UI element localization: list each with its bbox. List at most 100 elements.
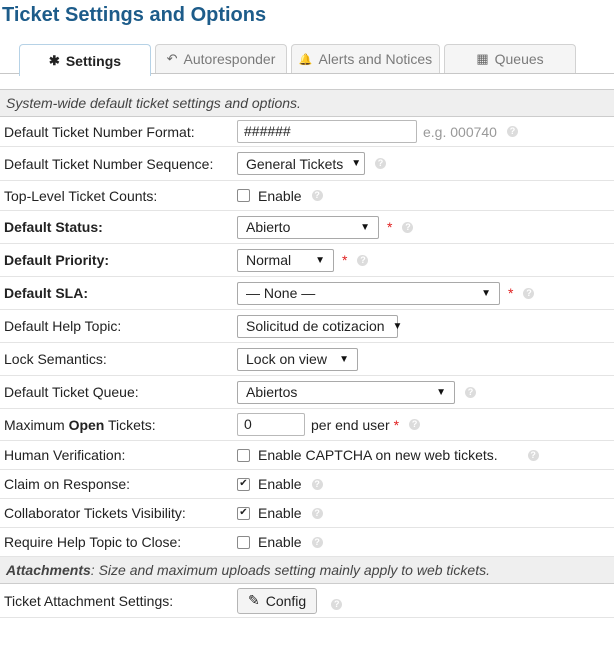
checkbox-label: Enable (258, 476, 302, 492)
tab-alerts-and-notices[interactable]: 🔔 Alerts and Notices (291, 44, 440, 73)
field-label: Require Help Topic to Close: (0, 527, 233, 557)
select-value: Abierto (246, 219, 291, 235)
help-icon[interactable]: ? (311, 507, 323, 519)
checkbox-label: Enable (258, 505, 302, 521)
section-header-system: System-wide default ticket settings and … (0, 89, 614, 117)
checkbox-label: Enable (258, 534, 302, 550)
tab-label: Autoresponder (183, 51, 276, 67)
require-help-topic-checkbox[interactable] (237, 535, 250, 549)
required-mark: * (387, 219, 393, 235)
row-max-open-tickets: Maximum Open Tickets: 0 per end user * ? (0, 408, 614, 441)
top-level-counts-checkbox[interactable] (237, 189, 250, 202)
section-title: Attachments (6, 562, 91, 578)
section-description: Attachments: Size and maximum uploads se… (0, 556, 614, 584)
row-ticket-queue: Default Ticket Queue: Abiertos ▼ ? (0, 375, 614, 409)
row-top-level-counts: Top-Level Ticket Counts: Enable ? (0, 180, 614, 211)
field-label: Top-Level Ticket Counts: (0, 180, 233, 211)
row-require-help-topic: Require Help Topic to Close: Enable ? (0, 527, 614, 557)
captcha-checkbox[interactable] (237, 448, 250, 462)
help-icon[interactable]: ? (331, 599, 343, 610)
help-icon[interactable]: ? (357, 254, 369, 266)
required-mark: * (508, 285, 514, 301)
format-example-hint: e.g. 000740 (423, 123, 497, 140)
per-user-label: per end user (311, 416, 390, 433)
help-topic-select[interactable]: Solicitud de cotizacion ▼ (237, 314, 402, 338)
field-label: Claim on Response: (0, 469, 233, 499)
field-label: Default Ticket Queue: (0, 375, 233, 409)
row-claim-on-response: Claim on Response: ✔ Enable ? (0, 469, 614, 499)
button-label: Config (265, 592, 307, 609)
required-mark: * (393, 416, 400, 433)
label-part: Maximum (4, 416, 69, 433)
required-mark: * (342, 252, 348, 268)
settings-tabs: ✱ Settings ↶ Autoresponder 🔔 Alerts and … (0, 42, 614, 90)
chevron-down-icon: ▼ (392, 320, 403, 332)
select-value: Abiertos (246, 384, 298, 400)
tab-autoresponder[interactable]: ↶ Autoresponder (155, 44, 287, 73)
number-format-input[interactable]: ###### (237, 120, 417, 143)
checkbox-label: Enable (258, 187, 302, 204)
select-value: Normal (246, 252, 292, 268)
tab-settings[interactable]: ✱ Settings (19, 44, 151, 76)
edit-icon: ✎ (248, 592, 260, 608)
help-icon[interactable]: ? (527, 449, 539, 461)
default-sla-select[interactable]: — None — ▼ (237, 281, 500, 305)
checkbox-label: Enable CAPTCHA on new web tickets. (258, 447, 498, 463)
help-icon[interactable]: ? (465, 386, 476, 398)
chevron-down-icon: ▼ (360, 221, 370, 233)
collaborator-visibility-checkbox[interactable]: ✔ (237, 506, 250, 520)
config-button[interactable]: ✎ Config (237, 587, 318, 614)
row-collaborator-visibility: Collaborator Tickets Visibility: ✔ Enabl… (0, 498, 614, 528)
claim-on-response-checkbox[interactable]: ✔ (237, 477, 250, 491)
help-icon[interactable]: ? (402, 221, 414, 233)
select-value: — None — (246, 285, 316, 301)
field-label: Human Verification: (0, 440, 233, 470)
field-label: Ticket Attachment Settings: (0, 583, 233, 618)
default-priority-select[interactable]: Normal ▼ (237, 248, 334, 272)
help-icon[interactable]: ? (409, 419, 421, 430)
help-icon[interactable]: ? (523, 287, 535, 299)
field-label: Maximum Open Tickets: (0, 408, 233, 441)
help-icon[interactable]: ? (375, 158, 386, 169)
chevron-down-icon: ▼ (315, 254, 325, 266)
row-default-priority: Default Priority: Normal ▼ * ? (0, 243, 614, 277)
asterisk-icon: ✱ (48, 52, 60, 68)
lock-semantics-select[interactable]: Lock on view ▼ (237, 347, 358, 371)
label-part: Tickets: (104, 416, 156, 433)
reply-icon: ↶ (166, 51, 178, 66)
section-text: : Size and maximum uploads setting mainl… (90, 562, 490, 578)
row-lock-semantics: Lock Semantics: Lock on view ▼ (0, 342, 614, 376)
field-label: Default Ticket Number Sequence: (0, 146, 233, 181)
chevron-down-icon: ▼ (436, 386, 446, 398)
field-label: Collaborator Tickets Visibility: (0, 498, 233, 528)
select-value: Lock on view (246, 351, 327, 367)
help-icon[interactable]: ? (311, 536, 323, 548)
row-human-verification: Human Verification: Enable CAPTCHA on ne… (0, 440, 614, 470)
help-icon[interactable]: ? (506, 126, 518, 137)
table-icon: ▦ (476, 51, 489, 66)
section-header-attachments: Attachments: Size and maximum uploads se… (0, 556, 614, 584)
chevron-down-icon: ▼ (481, 287, 491, 299)
chevron-down-icon: ▼ (339, 353, 349, 365)
tab-label: Queues (494, 51, 544, 67)
bell-icon: 🔔 (298, 53, 313, 66)
help-icon[interactable]: ? (311, 478, 323, 490)
section-description: System-wide default ticket settings and … (0, 89, 614, 117)
row-attachment-settings: Ticket Attachment Settings: ✎ Config ? (0, 583, 614, 618)
default-status-select[interactable]: Abierto ▼ (237, 215, 379, 239)
field-label: Default Help Topic: (0, 309, 233, 343)
row-default-status: Default Status: Abierto ▼ * ? (0, 210, 614, 244)
select-value: General Tickets (246, 155, 344, 172)
tab-queues[interactable]: ▦ Queues (444, 44, 576, 73)
ticket-queue-select[interactable]: Abiertos ▼ (237, 380, 455, 404)
help-icon[interactable]: ? (311, 190, 323, 201)
number-sequence-select[interactable]: General Tickets ▼ (237, 152, 365, 175)
row-help-topic: Default Help Topic: Solicitud de cotizac… (0, 309, 614, 343)
chevron-down-icon: ▼ (351, 158, 362, 169)
max-open-tickets-input[interactable]: 0 (237, 413, 305, 436)
tab-label: Alerts and Notices (318, 51, 433, 67)
field-label: Lock Semantics: (0, 342, 233, 376)
row-number-sequence: Default Ticket Number Sequence: General … (0, 146, 614, 181)
row-default-sla: Default SLA: — None — ▼ * ? (0, 276, 614, 310)
tab-label: Settings (65, 52, 122, 69)
